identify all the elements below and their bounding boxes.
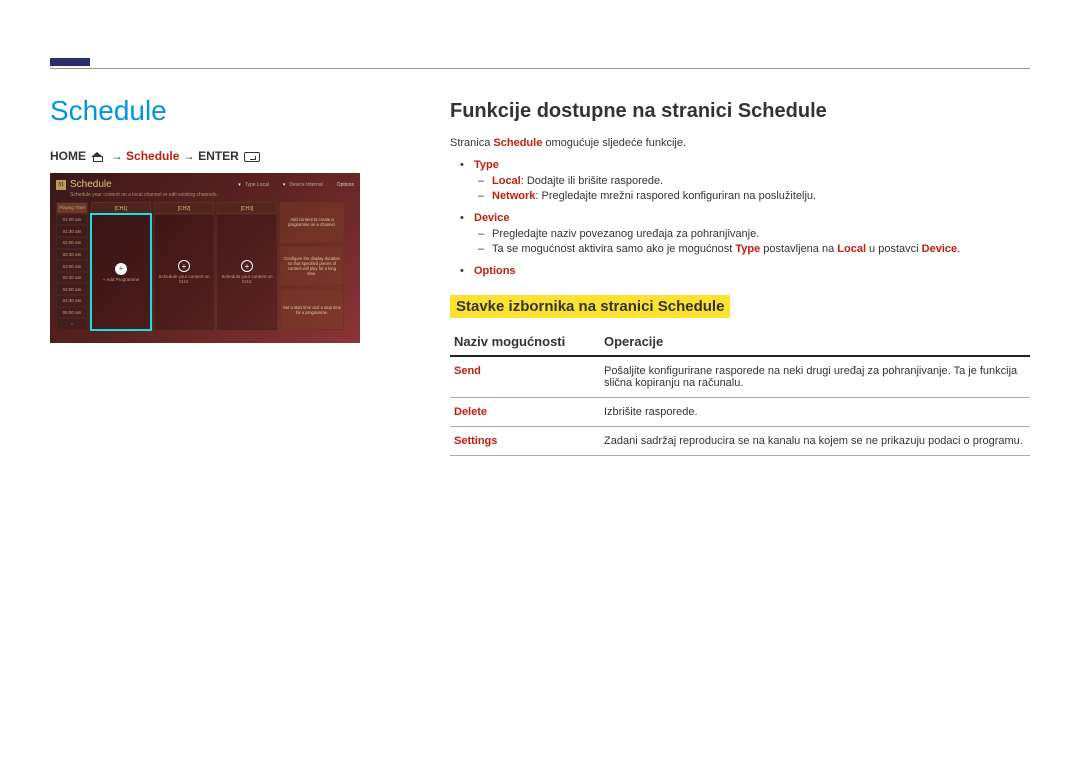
shot-subtitle: Schedule your content on a local channel…: [70, 192, 354, 198]
shot-options: Options: [337, 182, 354, 188]
shot-title: Schedule: [70, 179, 112, 190]
info-cards-column: Add content to create a programme on a c…: [280, 202, 344, 330]
text-accent: Type: [735, 243, 760, 255]
sub-device-line: Pregledajte naziv povezanog uređaja za p…: [492, 228, 1030, 240]
text-accent: Schedule: [493, 137, 542, 149]
info-card: Set a start time and a stop time for a p…: [280, 289, 344, 330]
info-card: Add content to create a programme on a c…: [280, 202, 344, 243]
time-column: Playing Time 01:00 am 01:30 am 02:00 am …: [56, 202, 88, 330]
bullet-head: Device: [474, 212, 509, 224]
home-icon: [91, 152, 105, 162]
channel-header: [CH3]: [217, 202, 277, 214]
brand-accent-bar: [50, 58, 90, 66]
shot-type-label: Type Local: [245, 182, 269, 188]
schedule-screenshot: 31 Schedule ▾ Type Local ▾ Device Intern…: [50, 173, 360, 343]
plus-icon: +: [178, 260, 190, 272]
time-cell: 05:00 am: [56, 307, 88, 319]
channel-header: [CH1]: [91, 202, 151, 214]
enter-icon: [244, 152, 260, 162]
col-header-name: Naziv mogućnosti: [450, 328, 600, 356]
text: Ta se mogućnost aktivira samo ako je mog…: [492, 243, 735, 255]
col-header-ops: Operacije: [600, 328, 1030, 356]
section-heading: Funkcije dostupne na stranici Schedule: [450, 100, 1030, 123]
row-desc: Pošaljite konfigurirane rasporede na nek…: [600, 356, 1030, 398]
subsection-heading: Stavke izbornika na stranici Schedule: [450, 295, 730, 318]
bullet-type: Type Local: Dodajte ili brišite raspored…: [464, 159, 1030, 202]
shot-device-label: Device Internal: [289, 182, 322, 188]
text: omogućuje sljedeće funkcije.: [542, 137, 686, 149]
channel-header: [CH2]: [154, 202, 214, 214]
options-table: Naziv mogućnosti Operacije Send Pošaljit…: [450, 328, 1030, 456]
breadcrumb-home: HOME: [50, 149, 86, 163]
text-accent: Device: [922, 243, 957, 255]
time-cell: 03:00 am: [56, 260, 88, 272]
breadcrumb-arrow: →: [183, 149, 195, 163]
bullet-head: Options: [474, 265, 516, 277]
shot-header: 31 Schedule ▾ Type Local ▾ Device Intern…: [56, 179, 354, 190]
chevron-down-icon: ⌄: [56, 318, 88, 330]
add-programme-label: + Add Programme: [103, 277, 139, 282]
text-accent: Network: [492, 190, 535, 202]
channel-1-column: [CH1] + + Add Programme: [91, 202, 151, 330]
time-cell: 03:30 am: [56, 272, 88, 284]
plus-icon: +: [115, 263, 127, 275]
chevron-down-icon: ▾: [238, 182, 241, 188]
schedule-content-label: Schedule your content on CH2.: [155, 274, 213, 284]
sub-network: Network: Pregledajte mrežni raspored kon…: [492, 190, 1030, 202]
text: Stranica: [450, 137, 493, 149]
row-name: Delete: [450, 398, 600, 427]
bullet-head: Type: [474, 159, 499, 171]
channel-2-column: [CH2] + Schedule your content on CH2.: [154, 202, 214, 330]
text: : Pregledajte mrežni raspored konfigurir…: [535, 190, 816, 202]
text: .: [957, 243, 960, 255]
left-column: Schedule HOME → Schedule → ENTER 31 Sche…: [50, 95, 390, 343]
channel-3-column: [CH3] + Schedule your content on CH3.: [217, 202, 277, 330]
text-accent: Local: [492, 175, 521, 187]
row-desc: Zadani sadržaj reproducira se na kanalu …: [600, 427, 1030, 456]
time-cell: 01:00 am: [56, 214, 88, 226]
time-cell: 01:30 am: [56, 225, 88, 237]
calendar-icon: 31: [56, 180, 66, 190]
bullet-device: Device Pregledajte naziv povezanog uređa…: [464, 212, 1030, 255]
time-cell: 02:30 am: [56, 249, 88, 261]
sub-device-note: Ta se mogućnost aktivira samo ako je mog…: [492, 243, 1030, 255]
table-row: Send Pošaljite konfigurirane rasporede n…: [450, 356, 1030, 398]
table-row: Settings Zadani sadržaj reproducira se n…: [450, 427, 1030, 456]
text: postavljena na: [760, 243, 837, 255]
row-name: Send: [450, 356, 600, 398]
breadcrumb-arrow: →: [111, 149, 123, 163]
text-accent: Local: [837, 243, 866, 255]
text: u postavci: [866, 243, 922, 255]
right-column: Funkcije dostupne na stranici Schedule S…: [450, 100, 1030, 456]
info-card: Configure the display duration so that s…: [280, 246, 344, 287]
bullet-options: Options: [464, 265, 1030, 277]
feature-bullets: Type Local: Dodajte ili brišite raspored…: [464, 159, 1030, 277]
subsection-heading-wrap: Stavke izbornika na stranici Schedule: [450, 287, 1030, 328]
playing-time-header: Playing Time: [56, 202, 88, 214]
page-title: Schedule: [50, 95, 390, 127]
top-divider: [50, 68, 1030, 69]
breadcrumb-schedule: Schedule: [126, 149, 179, 163]
sub-local: Local: Dodajte ili brišite rasporede.: [492, 175, 1030, 187]
intro-line: Stranica Schedule omogućuje sljedeće fun…: [450, 137, 1030, 149]
time-cell: 02:00 am: [56, 237, 88, 249]
breadcrumb: HOME → Schedule → ENTER: [50, 149, 390, 163]
plus-icon: +: [241, 260, 253, 272]
time-cell: 04:30 am: [56, 295, 88, 307]
chevron-down-icon: ▾: [283, 182, 286, 188]
schedule-content-label: Schedule your content on CH3.: [218, 274, 276, 284]
row-name: Settings: [450, 427, 600, 456]
time-cell: 04:00 am: [56, 283, 88, 295]
table-row: Delete Izbrišite rasporede.: [450, 398, 1030, 427]
text: : Dodajte ili brišite rasporede.: [521, 175, 663, 187]
breadcrumb-enter: ENTER: [198, 149, 239, 163]
row-desc: Izbrišite rasporede.: [600, 398, 1030, 427]
